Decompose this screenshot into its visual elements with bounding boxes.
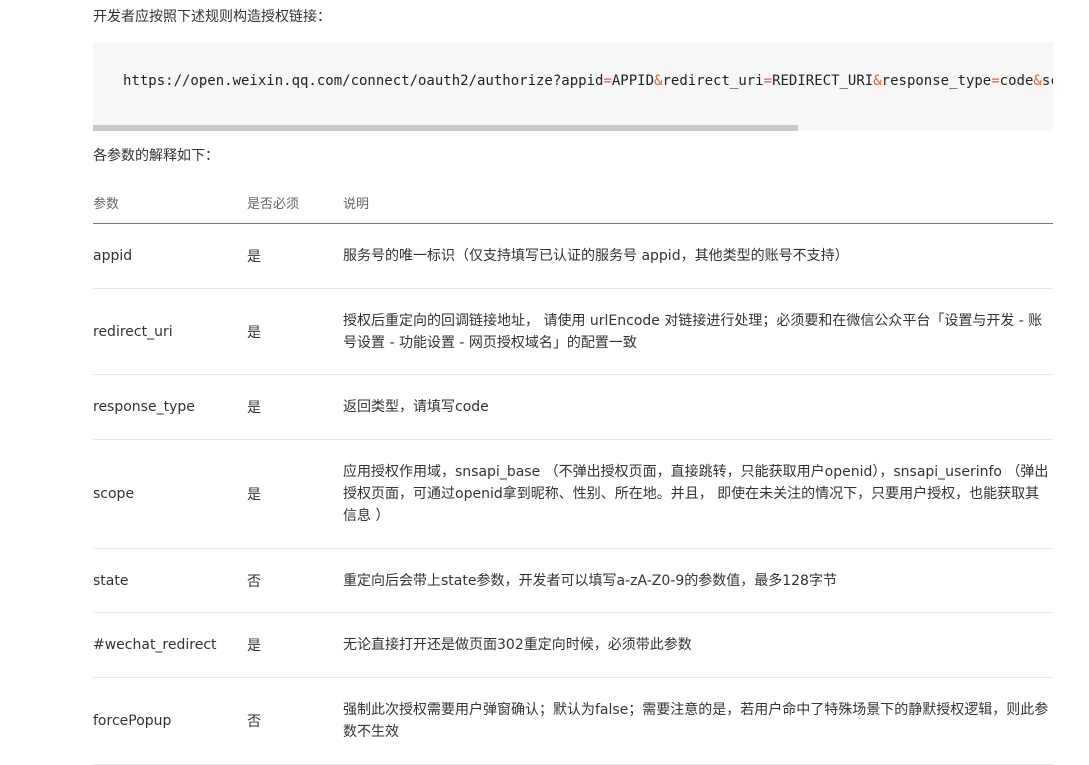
desc-cell-text: 应用授权作用域，snsapi_base （不弹出授权页面，直接跳转，只能获取用户… <box>343 464 1049 524</box>
code-block: https://open.weixin.qq.com/connect/oauth… <box>93 42 1053 125</box>
required-cell: 是 <box>247 289 337 374</box>
desc-cell: 重定向后会带上state参数，开发者可以填写a-zA-Z0-9的参数值，最多12… <box>343 549 1053 612</box>
header-desc: 说明 <box>343 197 370 212</box>
param-cell-text: scope <box>93 486 135 502</box>
required-cell-text: 是 <box>247 487 261 503</box>
required-cell: 是 <box>247 440 337 548</box>
param-cell: appid <box>93 224 243 288</box>
param-cell: #wechat_redirect <box>93 613 243 677</box>
param-cell-text: #wechat_redirect <box>93 637 217 653</box>
url-operator: = <box>763 73 773 89</box>
desc-cell-text: 无论直接打开还是做页面302重定向时候，必须带此参数 <box>343 637 692 653</box>
required-cell-text: 是 <box>247 249 261 265</box>
url-operator: & <box>873 73 882 89</box>
params-table: 参数 是否必须 说明 appid 是 服务号的唯一标识（仅支持填写已认证的服务号 a… <box>93 180 1053 765</box>
table-row: forcePopup 否 强制此次授权需要用户弹窗确认；默认为false；需要注意的… <box>93 678 1053 765</box>
param-cell: response_type <box>93 375 243 439</box>
required-cell: 是 <box>247 375 337 439</box>
desc-cell: 授权后重定向的回调链接地址， 请使用 urlEncode 对链接进行处理；必须要… <box>343 289 1053 374</box>
url-operator: = <box>603 73 612 89</box>
required-cell-text: 是 <box>247 400 261 416</box>
url-operator: & <box>1033 73 1042 89</box>
required-cell-text: 是 <box>247 324 261 341</box>
table-row: state 否 重定向后会带上state参数，开发者可以填写a-zA-Z0-9的参数… <box>93 549 1053 613</box>
param-cell-text: redirect_uri <box>93 323 173 340</box>
required-cell-text: 是 <box>247 638 261 654</box>
url-segment: code <box>999 73 1034 89</box>
params-caption: 各参数的解释如下： <box>93 148 219 164</box>
desc-cell: 应用授权作用域，snsapi_base （不弹出授权页面，直接跳转，只能获取用户… <box>343 440 1053 548</box>
param-cell-text: state <box>93 572 129 589</box>
param-cell: forcePopup <box>93 678 243 764</box>
desc-cell: 返回类型，请填写code <box>343 375 1053 439</box>
table-row: appid 是 服务号的唯一标识（仅支持填写已认证的服务号 appid，其他类型的账… <box>93 224 1053 289</box>
table-row: #wechat_redirect 是 无论直接打开还是做页面302重定向时候，必须带… <box>93 613 1053 678</box>
desc-cell-text: 返回类型，请填写code <box>343 399 489 415</box>
url-segment: redirect_uri <box>662 73 764 89</box>
code-scrollbar[interactable] <box>93 125 1053 131</box>
url-segment: https://open.weixin.qq.com/connect/oauth… <box>123 73 604 89</box>
url-operator: = <box>991 73 1000 89</box>
desc-cell-text: 重定向后会带上state参数，开发者可以填写a-zA-Z0-9的参数值，最多12… <box>343 572 837 589</box>
required-cell-text: 否 <box>247 714 261 730</box>
url-segment: APPID <box>611 73 655 89</box>
table-row: response_type 是 返回类型，请填写code <box>93 375 1053 440</box>
required-cell: 否 <box>247 678 337 764</box>
param-cell-text: appid <box>93 248 133 264</box>
param-cell: redirect_uri <box>93 289 243 374</box>
url-segment: REDIRECT_URI <box>772 73 874 89</box>
required-cell: 是 <box>247 613 337 677</box>
url-segment: response_type <box>881 73 992 89</box>
desc-cell-text: 服务号的唯一标识（仅支持填写已认证的服务号 appid，其他类型的账号不支持） <box>343 248 849 264</box>
doc-page: 开发者应按照下述规则构造授权链接： https://open.weixin.qq… <box>0 0 1089 765</box>
table-row: scope 是 应用授权作用域，snsapi_base （不弹出授权页面，直接跳转，… <box>93 440 1053 549</box>
desc-cell: 服务号的唯一标识（仅支持填写已认证的服务号 appid，其他类型的账号不支持） <box>343 224 1053 288</box>
intro-text: 开发者应按照下述规则构造授权链接： <box>93 9 331 25</box>
required-cell: 是 <box>247 224 337 288</box>
desc-cell: 强制此次授权需要用户弹窗确认；默认为false；需要注意的是，若用户命中了特殊场… <box>343 678 1053 764</box>
authorize-url-code: https://open.weixin.qq.com/connect/oauth… <box>123 73 1053 89</box>
table-row: redirect_uri 是 授权后重定向的回调链接地址， 请使用 urlEncod… <box>93 289 1053 375</box>
desc-cell-text: 强制此次授权需要用户弹窗确认；默认为false；需要注意的是，若用户命中了特殊场… <box>343 702 1049 740</box>
desc-cell-text: 授权后重定向的回调链接地址， 请使用 urlEncode 对链接进行处理；必须要… <box>343 312 1043 351</box>
param-cell: scope <box>93 440 243 548</box>
header-param: 参数 <box>93 197 120 212</box>
code-scrollbar-thumb[interactable] <box>93 125 798 131</box>
required-cell: 否 <box>247 549 337 612</box>
desc-cell: 无论直接打开还是做页面302重定向时候，必须带此参数 <box>343 613 1053 677</box>
param-cell-text: response_type <box>93 399 195 415</box>
url-segment: sc <box>1041 73 1053 89</box>
param-cell-text: forcePopup <box>93 713 172 729</box>
table-header: 参数 是否必须 说明 <box>93 180 1053 224</box>
required-cell-text: 否 <box>247 573 261 590</box>
header-required: 是否必须 <box>247 197 300 212</box>
param-cell: state <box>93 549 243 612</box>
